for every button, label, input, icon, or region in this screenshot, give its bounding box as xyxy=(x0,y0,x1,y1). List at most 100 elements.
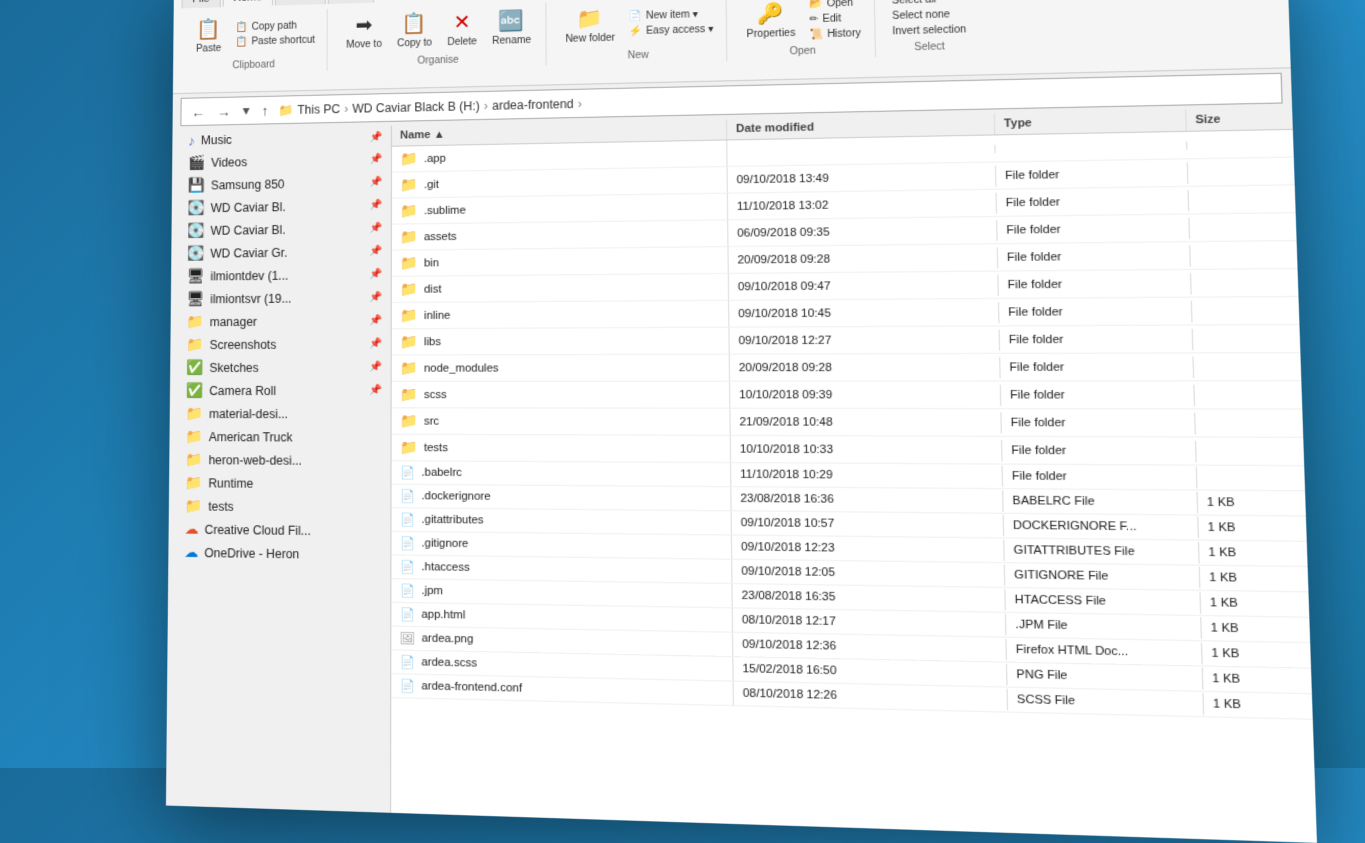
back-button[interactable]: ← xyxy=(187,102,209,122)
file-date: 23/08/2018 16:36 xyxy=(732,488,1004,511)
pin-icon: 📌 xyxy=(370,385,383,396)
folder-icon: 📁 xyxy=(186,405,203,422)
delete-button[interactable]: ✕ Delete xyxy=(441,6,483,51)
sidebar-item-wd1[interactable]: 💽 WD Caviar Bl. 📌 xyxy=(172,194,391,220)
clipboard-buttons: 📋 Paste 📋 Copy path 📋 xyxy=(189,11,319,58)
folder-icon: 📁 xyxy=(400,439,418,456)
path-wd-caviar[interactable]: WD Caviar Black B (H:) xyxy=(352,99,480,116)
sidebar-item-creative-cloud[interactable]: ☁ Creative Cloud Fil... xyxy=(169,517,391,543)
file-type: File folder xyxy=(1002,439,1196,461)
file-name: src xyxy=(424,415,439,427)
file-row[interactable]: 📁libs 09/10/2018 12:27 File folder xyxy=(392,325,1301,356)
ribbon-tab-file[interactable]: File xyxy=(182,0,221,8)
sidebar-item-label: Sketches xyxy=(209,360,258,374)
file-row[interactable]: 📁src 21/09/2018 10:48 File folder xyxy=(392,408,1304,438)
select-all-button[interactable]: Select all xyxy=(887,0,970,8)
new-item-label: New item ▾ xyxy=(646,9,698,22)
select-none-button[interactable]: Select none xyxy=(888,8,971,24)
file-name: libs xyxy=(424,336,441,348)
dropdown-button[interactable]: ▾ xyxy=(239,100,254,121)
sidebar-item-wd3[interactable]: 💽 WD Caviar Gr. 📌 xyxy=(171,240,391,265)
forward-button[interactable]: → xyxy=(213,101,235,121)
folder-icon: 📁 xyxy=(400,228,418,245)
sidebar-item-heron[interactable]: 📁 heron-web-desi... xyxy=(169,448,390,472)
new-folder-button[interactable]: 📁 New folder xyxy=(559,2,622,48)
properties-button[interactable]: 🔑 Properties xyxy=(740,0,802,43)
sidebar-item-camera-roll[interactable]: ✅ Camera Roll 📌 xyxy=(170,379,391,402)
up-button[interactable]: ↑ xyxy=(258,100,273,120)
file-name: .gitignore xyxy=(421,537,468,550)
move-to-label: Move to xyxy=(346,39,382,51)
paste-shortcut-label: Paste shortcut xyxy=(251,35,315,47)
sidebar-item-label: Runtime xyxy=(208,476,253,490)
folder-icon: 📁 xyxy=(400,307,418,324)
edit-button[interactable]: ✏ Edit xyxy=(805,11,865,26)
file-name: scss xyxy=(424,388,447,400)
rename-button[interactable]: 🔤 Rename xyxy=(486,5,537,50)
file-name: .babelrc xyxy=(421,467,462,480)
path-ardea[interactable]: ardea-frontend xyxy=(492,96,574,112)
file-date: 09/10/2018 12:27 xyxy=(730,329,1000,351)
new-item-button[interactable]: 📄 New item ▾ xyxy=(624,8,717,24)
sidebar-item-manager[interactable]: 📁 manager 📌 xyxy=(171,309,391,333)
ribbon-tab-view[interactable]: View xyxy=(328,0,374,4)
copy-path-button[interactable]: 📋 Copy path xyxy=(231,19,319,34)
file-name: .jpm xyxy=(421,585,443,598)
file-date: 08/10/2018 12:17 xyxy=(733,609,1007,635)
sidebar-item-sketches[interactable]: ✅ Sketches 📌 xyxy=(170,356,391,379)
ribbon-tab-home[interactable]: Home xyxy=(222,0,273,7)
col-header-size[interactable]: Size xyxy=(1186,108,1293,131)
file-type xyxy=(996,141,1187,153)
move-to-button[interactable]: ➡ Move to xyxy=(340,9,388,54)
properties-icon: 🔑 xyxy=(757,1,784,27)
history-button[interactable]: 📜 History xyxy=(805,26,865,41)
sidebar-item-ilmiontsvr[interactable]: 🖥 ilmiontsvr (19... 📌 xyxy=(171,286,391,311)
file-date: 08/10/2018 12:26 xyxy=(734,683,1008,711)
sidebar-item-tests[interactable]: 📁 tests xyxy=(169,494,391,519)
sidebar-item-wd2[interactable]: 💽 WD Caviar Bl. 📌 xyxy=(171,217,390,243)
sidebar-item-american-truck[interactable]: 📁 American Truck xyxy=(169,425,390,449)
sidebar-item-ilmiontdev[interactable]: 🖥 ilmiontdev (1... 📌 xyxy=(171,263,391,288)
folder-icon: 📁 xyxy=(400,360,418,377)
onedrive-icon: ☁ xyxy=(184,544,198,561)
new-folder-icon: 📁 xyxy=(577,6,603,32)
organise-buttons: ➡ Move to 📋 Copy to ✕ Delete 🔤 xyxy=(340,5,537,54)
sidebar-item-onedrive[interactable]: ☁ OneDrive - Heron xyxy=(168,541,390,567)
folder-icon: 📁 xyxy=(400,386,418,403)
sidebar-item-samsung[interactable]: 💾 Samsung 850 📌 xyxy=(172,171,391,197)
file-name: .git xyxy=(424,178,439,190)
file-date: 09/10/2018 12:05 xyxy=(732,561,1005,586)
sidebar-item-label: heron-web-desi... xyxy=(209,453,302,468)
sidebar-item-screenshots[interactable]: 📁 Screenshots 📌 xyxy=(170,332,390,356)
properties-label: Properties xyxy=(747,28,796,40)
sidebar-item-label: manager xyxy=(210,314,257,328)
ribbon-tab-share[interactable]: Share xyxy=(275,0,326,6)
sidebar-item-label: American Truck xyxy=(209,430,293,444)
file-date xyxy=(728,144,996,157)
file-date: 09/10/2018 09:47 xyxy=(729,274,999,297)
sidebar-item-material[interactable]: 📁 material-desi... xyxy=(170,402,391,426)
file-size xyxy=(1195,419,1303,428)
file-row[interactable]: 📁scss 10/10/2018 09:39 File folder xyxy=(392,381,1303,409)
paste-shortcut-button[interactable]: 📋 Paste shortcut xyxy=(231,34,319,49)
open-button[interactable]: 📂 Open xyxy=(805,0,865,11)
sidebar-item-label: Samsung 850 xyxy=(211,177,285,192)
folder-icon: 📁 xyxy=(185,474,203,491)
select-all-label: Select all xyxy=(892,0,937,7)
pin-icon: 📌 xyxy=(370,177,383,188)
invert-selection-button[interactable]: Invert selection xyxy=(888,23,971,39)
col-header-type[interactable]: Type xyxy=(995,110,1187,135)
file-name: .sublime xyxy=(424,204,466,217)
file-size xyxy=(1189,222,1296,232)
paste-button[interactable]: 📋 Paste xyxy=(189,14,229,58)
sidebar-item-runtime[interactable]: 📁 Runtime xyxy=(169,471,391,496)
file-row[interactable]: 📁inline 09/10/2018 10:45 File folder xyxy=(392,297,1300,329)
folder-icon: 📁 xyxy=(400,254,418,271)
path-this-pc[interactable]: This PC xyxy=(297,102,340,117)
copy-to-button[interactable]: 📋 Copy to xyxy=(391,8,438,53)
new-item-icon: 📄 xyxy=(629,11,642,22)
easy-access-button[interactable]: ⚡ Easy access ▾ xyxy=(625,23,718,39)
file-row[interactable]: 📁node_modules 20/09/2018 09:28 File fold… xyxy=(392,353,1302,382)
pin-icon: 📌 xyxy=(370,154,383,165)
file-size xyxy=(1187,139,1294,149)
